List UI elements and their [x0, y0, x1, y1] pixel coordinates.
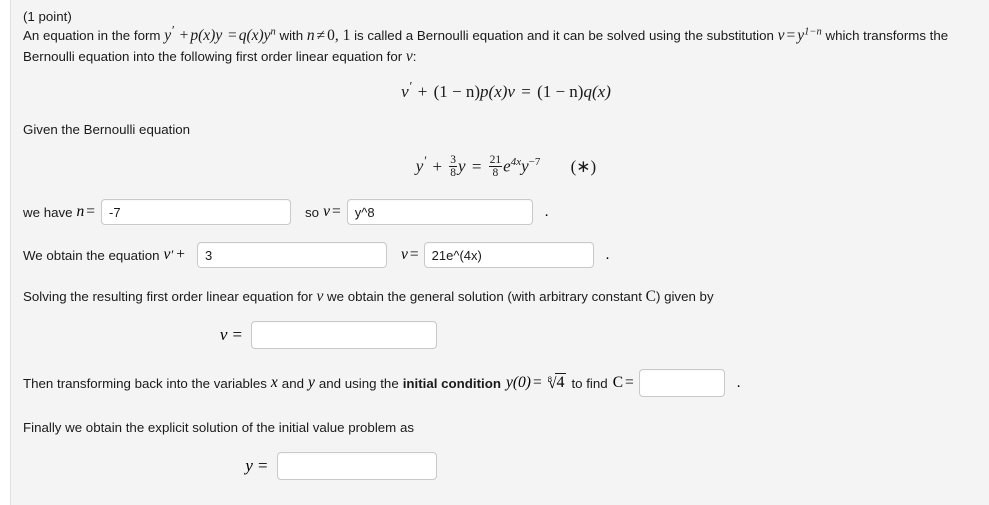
row-n-math-v: v — [323, 203, 330, 221]
row-n-math-n: n — [76, 203, 85, 221]
plus-sign-1: + — [179, 27, 189, 44]
eq2-plus: + — [432, 156, 443, 176]
general-solution-paragraph: Solving the resulting first order linear… — [23, 286, 973, 307]
eq2-e-exponent: 4x — [510, 156, 522, 169]
y-answer-equals: = — [257, 456, 268, 476]
solving-text-b: we obtain the general solution (with arb… — [327, 289, 642, 305]
transform-period: . — [736, 374, 741, 391]
intro-line2-math-v: v — [405, 48, 413, 65]
display-equation-bernoulli: y′ + 38y = 21 8 e4xy−7 (∗) — [23, 154, 989, 179]
n-value-input[interactable] — [101, 199, 292, 226]
eq1-v: v — [401, 82, 409, 101]
eq2-frac1-denominator: 8 — [449, 166, 458, 180]
intro-math-n-exponent: n — [270, 26, 276, 38]
transform-and-label: and — [281, 375, 304, 391]
eq2-frac2-numerator: 21 — [489, 154, 502, 166]
eq2-fraction-twentyone-eighths: 21 8 — [488, 154, 503, 179]
row-eq-period: . — [605, 246, 610, 263]
eq2-y-second: y — [458, 156, 466, 176]
initial-condition-label: initial condition — [402, 375, 501, 391]
eq2-y-exponent: −7 — [528, 156, 541, 169]
eq1-factor-2: (1 − n) — [537, 82, 584, 101]
so-v-label: so — [305, 204, 320, 220]
radical-index: 8 — [547, 373, 552, 384]
intro-math-zero-one: 0, 1 — [327, 27, 351, 44]
row-n-and-v-substitution: we have n = so v = . — [23, 199, 989, 226]
eq1-equals: = — [521, 82, 531, 101]
solving-math-v: v — [316, 288, 324, 306]
eq1-pxv: p(x)v — [480, 82, 515, 101]
intro-math-n: n — [306, 27, 315, 44]
we-have-n-label: we have — [23, 204, 73, 220]
transform-text-c: to find — [571, 375, 608, 391]
y-explicit-solution-input[interactable] — [276, 452, 437, 481]
eighth-root-radical: 8√4 — [544, 372, 567, 393]
eq2-equals: = — [471, 156, 482, 176]
row-n-equals: = — [86, 203, 96, 221]
eq1-qx: q(x) — [583, 82, 611, 101]
v-answer-equals: = — [232, 325, 243, 345]
intro-math-qx: q(x)y — [238, 27, 271, 44]
row-eq-math-v-second: v — [401, 246, 408, 264]
solving-text-a: Solving the resulting first order linear… — [23, 289, 313, 305]
transform-text-b: and using the — [318, 375, 399, 391]
transform-C-equals: = — [625, 374, 634, 392]
eq2-y-third: y — [521, 156, 529, 176]
y-answer-label: y = — [245, 456, 276, 476]
bernoulli-definition-paragraph: An equation in the form y′ + p(x)y = q(x)y… — [23, 22, 973, 67]
eq2-frac2-denominator: 8 — [488, 166, 503, 179]
row-eq-plus: + — [176, 246, 186, 264]
eq1-prime-icon: ′ — [408, 78, 412, 94]
intro-text-4: which — [825, 28, 860, 43]
eq2-star-tag: (∗) — [570, 156, 597, 176]
equals-sign-2: = — [786, 27, 796, 44]
row-initial-condition: Then transforming back into the variable… — [23, 369, 989, 398]
not-equal-sign: ≠ — [316, 27, 326, 44]
transform-text-a: Then transforming back into the variable… — [23, 375, 267, 391]
eq1-plus: + — [417, 82, 428, 101]
radicand: 4 — [555, 372, 567, 391]
intro-text-1: An equation in the form — [23, 28, 161, 43]
transform-math-x: x — [270, 374, 278, 392]
eq2-frac1-numerator: 3 — [450, 154, 457, 166]
eq2-fraction-three-eighths: 38 — [449, 154, 458, 180]
v-substitution-input[interactable] — [346, 199, 533, 226]
given-equation-label: Given the Bernoulli equation — [23, 122, 191, 137]
y-answer-row: y = — [23, 452, 989, 481]
solving-text-c: ) given by — [655, 289, 714, 305]
row-n-mid-equals: = — [331, 203, 341, 221]
transform-math-C: C — [612, 374, 624, 392]
intro-math-v: v — [777, 27, 785, 44]
final-solution-label: Finally we obtain the explicit solution … — [23, 420, 414, 436]
v-answer-label: v = — [220, 325, 251, 345]
intro-colon: : — [412, 49, 417, 64]
point-value-label: (1 point) — [23, 9, 72, 24]
row-obtained-equation: We obtain the equation v′ + v = . — [23, 242, 989, 269]
eq2-e: e — [503, 156, 511, 176]
intro-math-sub-exponent: 1−n — [804, 26, 822, 38]
rhs-function-input[interactable] — [423, 242, 594, 269]
coefficient-input[interactable] — [197, 242, 388, 269]
display-equation-linear-form: v′ + (1 − n)p(x)v = (1 − n)q(x) — [23, 79, 989, 102]
intro-text-3: is called a Bernoulli equation and it ca… — [354, 28, 774, 43]
row-n-period: . — [544, 203, 549, 220]
solving-math-C: C — [645, 288, 656, 306]
equals-sign-1: = — [227, 27, 237, 44]
row-eq-math-v: v — [163, 246, 171, 264]
y-answer-label-text: y — [245, 456, 253, 476]
initial-condition-y0: y(0) — [505, 374, 531, 392]
transform-math-y: y — [307, 374, 315, 392]
we-obtain-equation-label: We obtain the equation — [23, 247, 160, 263]
eq1-factor-1: (1 − n) — [433, 82, 481, 101]
v-general-solution-input[interactable] — [251, 321, 438, 350]
intro-text-2: with — [279, 28, 304, 43]
eq2-prime-icon: ′ — [423, 153, 427, 169]
v-answer-row: v = — [23, 321, 989, 350]
problem-panel: (1 point) An equation in the form y′ + p(… — [10, 0, 989, 505]
initial-condition-equals: = — [532, 374, 542, 392]
row-eq-equals: = — [409, 246, 419, 264]
constant-C-input[interactable] — [638, 369, 725, 398]
prime-mark-icon: ′ — [171, 22, 174, 38]
intro-math-px: p(x)y — [190, 27, 223, 44]
